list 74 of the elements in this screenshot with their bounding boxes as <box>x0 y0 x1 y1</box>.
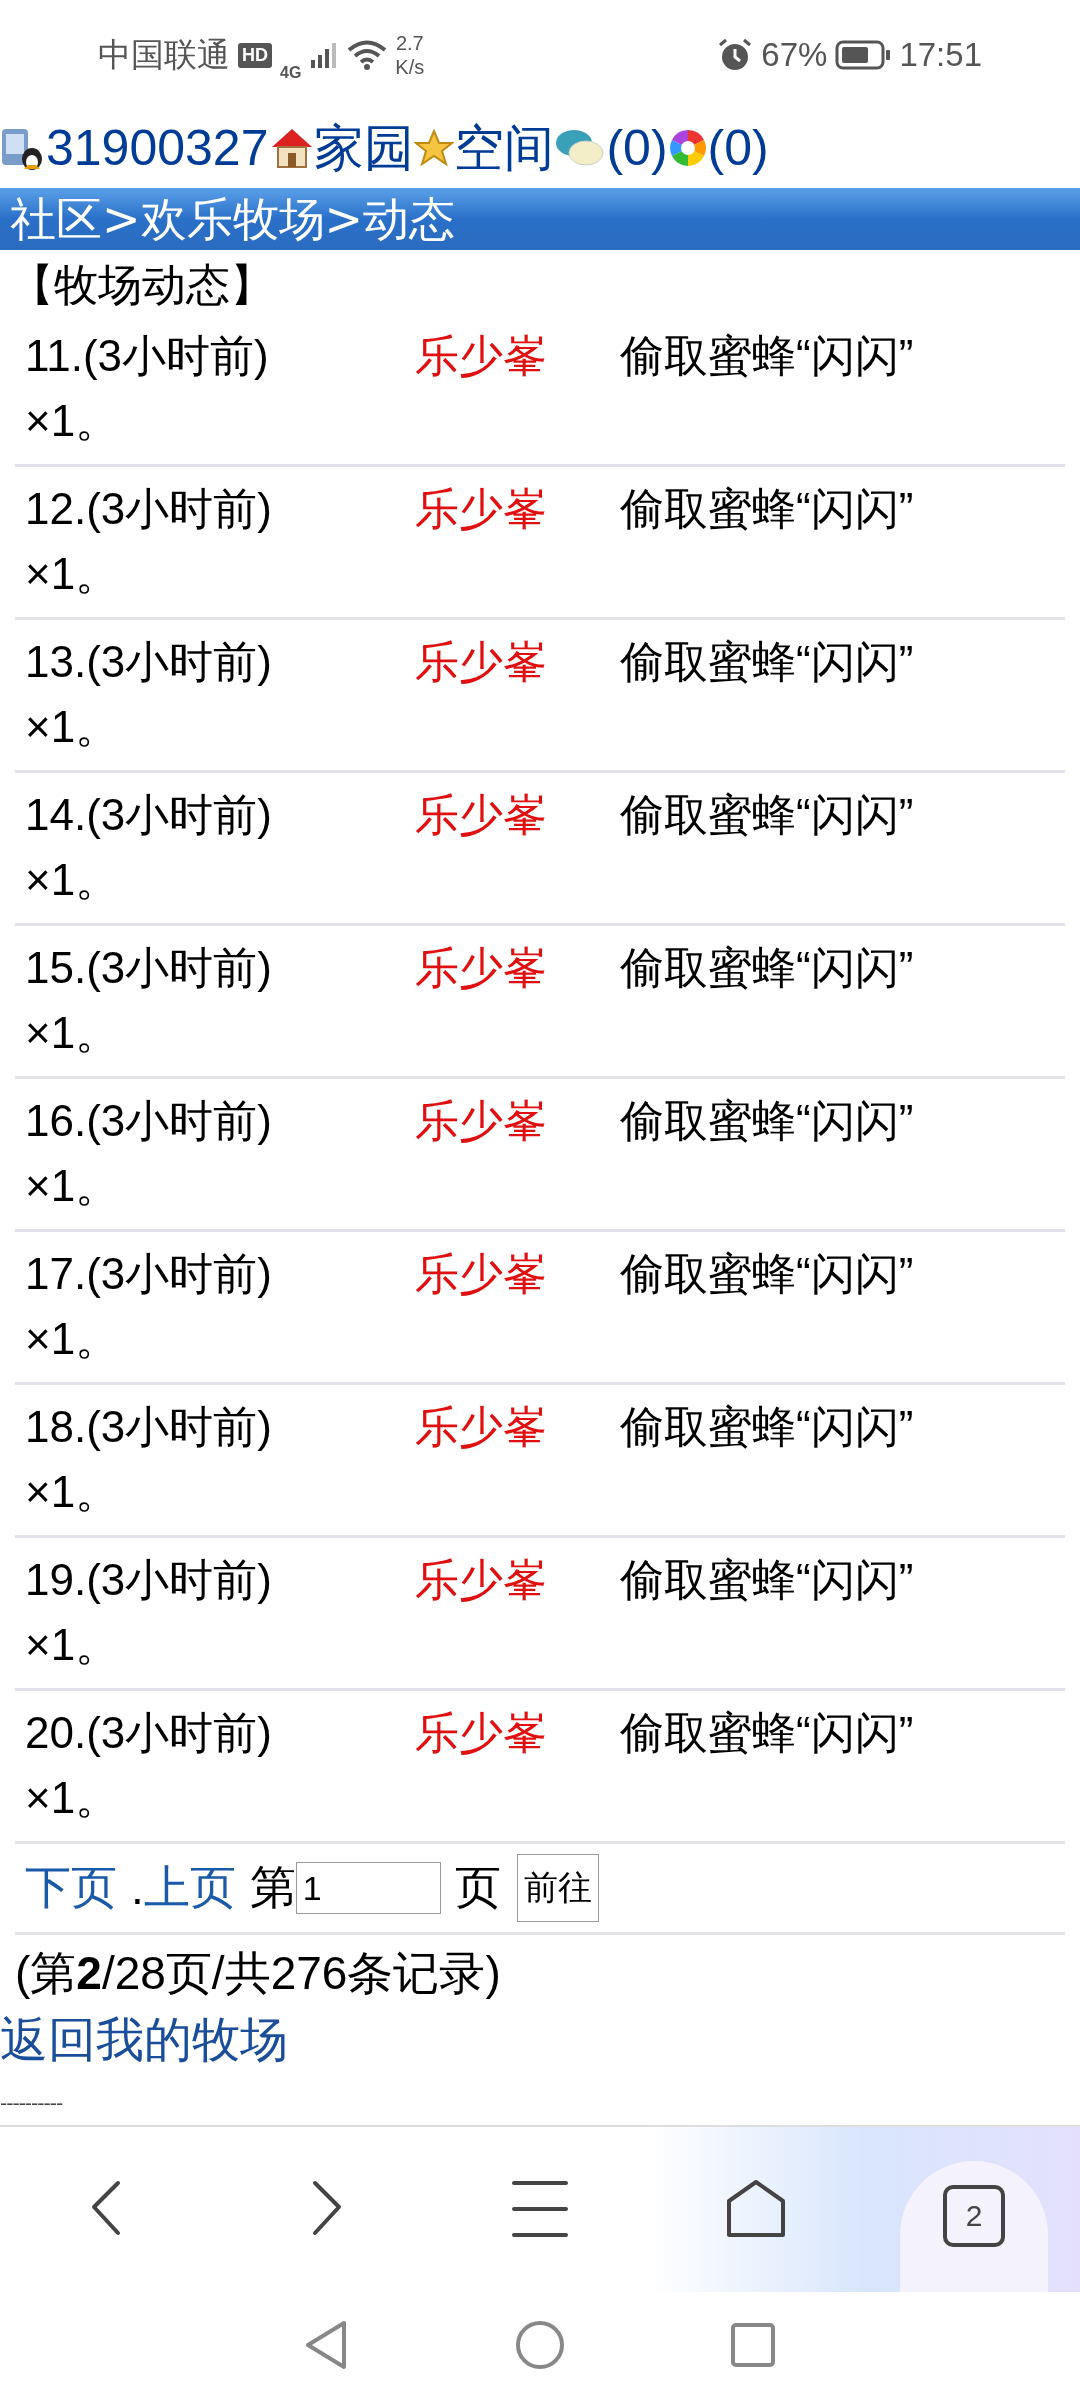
event-time: 18.(3小时前) <box>25 1401 273 1453</box>
event-count: ×1。 <box>25 1313 121 1365</box>
event-action: 偷取蜜蜂“闪闪” <box>620 1401 914 1453</box>
user-name-link[interactable]: 乐少峯 <box>415 475 620 543</box>
separator-dot: . <box>131 1861 144 1915</box>
user-name-link[interactable]: 乐少峯 <box>415 781 620 849</box>
home-nav-icon[interactable] <box>515 2320 565 2370</box>
event-action: 偷取蜜蜂“闪闪” <box>620 1095 914 1147</box>
home-icon[interactable] <box>725 2179 787 2239</box>
next-page-link[interactable]: 下页 <box>25 1857 117 1919</box>
page-prefix: 第 <box>249 1860 296 1915</box>
speed-value: 2.7 <box>395 31 424 55</box>
star-icon <box>414 128 455 168</box>
event-action: 偷取蜜蜂“闪闪” <box>620 1707 914 1759</box>
user-name-link[interactable]: 乐少峯 <box>415 1240 620 1308</box>
dashed-rule: ---------- <box>0 2093 64 2113</box>
battery-percent: 67% <box>761 36 828 74</box>
tabs-button[interactable]: 2 <box>943 2185 1005 2247</box>
event-count: ×1。 <box>25 1619 121 1671</box>
aperture-icon <box>667 128 708 168</box>
battery-icon <box>835 40 892 70</box>
menu-icon[interactable] <box>510 2179 570 2239</box>
space-link[interactable]: 空间 <box>454 114 555 182</box>
user-name-link[interactable]: 乐少峯 <box>415 1546 620 1614</box>
event-action: 偷取蜜蜂“闪闪” <box>620 1248 914 1300</box>
recents-nav-icon[interactable] <box>730 2322 776 2368</box>
speed-unit: K/s <box>395 55 425 79</box>
event-time: 15.(3小时前) <box>25 942 273 994</box>
user-name-link[interactable]: 乐少峯 <box>415 322 620 390</box>
carrier-name: 中国联通 <box>98 34 230 75</box>
event-count: ×1。 <box>25 548 121 600</box>
breadcrumb-bar: 社区>欢乐牧场>动态 <box>0 188 1080 250</box>
user-name-link[interactable]: 乐少峯 <box>415 1393 620 1461</box>
page-suffix: 页 <box>454 1860 501 1915</box>
event-action: 偷取蜜蜂“闪闪” <box>620 789 914 841</box>
network-type: 4G <box>280 64 302 82</box>
event-count: ×1。 <box>25 854 121 906</box>
prev-page-link[interactable]: 上页 <box>143 1857 236 1919</box>
home-link[interactable]: 家园 <box>314 114 415 182</box>
event-count: ×1。 <box>25 1466 121 1518</box>
event-count: ×1。 <box>25 1772 121 1824</box>
page-summary: (第2/28页/共276条记录) <box>14 1946 502 2001</box>
event-action: 偷取蜜蜂“闪闪” <box>620 636 914 688</box>
event-time: 11.(3小时前) <box>25 330 270 382</box>
event-time: 12.(3小时前) <box>25 483 273 535</box>
go-button[interactable]: 前往 <box>516 1854 599 1922</box>
event-count: ×1。 <box>25 395 121 447</box>
user-name-link[interactable]: 乐少峯 <box>415 1699 620 1767</box>
photos-link[interactable]: (0) <box>707 119 769 177</box>
hd-badge: HD <box>238 42 272 68</box>
user-name-link[interactable]: 乐少峯 <box>415 934 620 1002</box>
event-action: 偷取蜜蜂“闪闪” <box>620 942 914 994</box>
event-time: 20.(3小时前) <box>25 1707 273 1759</box>
messages-link[interactable]: (0) <box>606 119 668 177</box>
event-action: 偷取蜜蜂“闪闪” <box>620 483 914 535</box>
event-count: ×1。 <box>25 1160 121 1212</box>
event-action: 偷取蜜蜂“闪闪” <box>620 1554 914 1606</box>
event-time: 14.(3小时前) <box>25 789 273 841</box>
event-time: 17.(3小时前) <box>25 1248 273 1300</box>
event-time: 19.(3小时前) <box>25 1554 273 1606</box>
event-time: 16.(3小时前) <box>25 1095 273 1147</box>
page-input[interactable]: 1 <box>295 1862 441 1914</box>
alarm-icon <box>717 37 754 73</box>
user-name-link[interactable]: 乐少峯 <box>415 628 620 696</box>
user-id-link[interactable]: 31900327 <box>46 119 269 177</box>
event-action: 偷取蜜蜂“闪闪” <box>620 330 914 382</box>
user-name-link[interactable]: 乐少峯 <box>415 1087 620 1155</box>
event-count: ×1。 <box>25 1007 121 1059</box>
back-link[interactable]: 返回我的牧场 <box>0 2005 1080 2075</box>
event-count: ×1。 <box>25 701 121 753</box>
event-time: 13.(3小时前) <box>25 636 273 688</box>
wifi-icon <box>347 39 388 71</box>
clock-time: 17:51 <box>899 36 982 74</box>
section-title: 【牧场动态】 <box>9 258 275 312</box>
